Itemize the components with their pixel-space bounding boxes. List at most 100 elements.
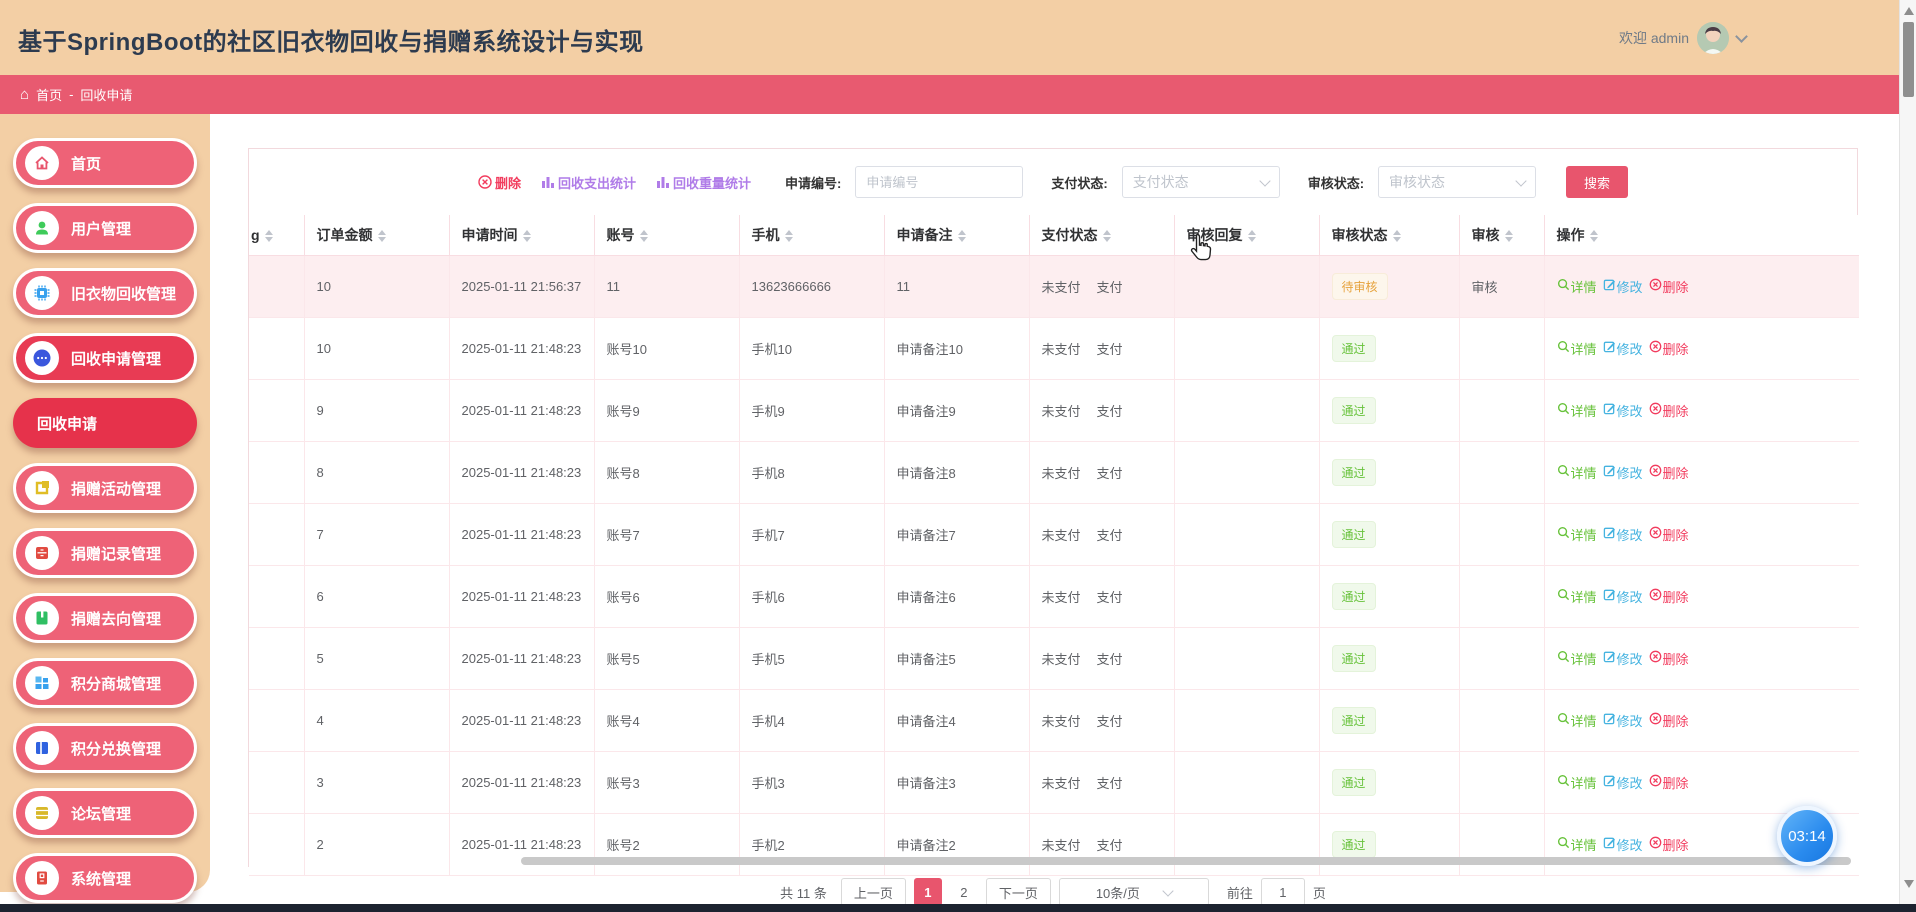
user-menu[interactable]: 欢迎 admin [1619, 22, 1746, 54]
sort-caret-icon[interactable] [1248, 230, 1256, 242]
delete-button[interactable]: 删除 [1649, 525, 1689, 544]
delete-button[interactable]: 删除 [1649, 649, 1689, 668]
delete-button[interactable]: 删除 [1649, 339, 1689, 358]
sidebar-item-捐赠去向管理[interactable]: 捐赠去向管理 [13, 593, 197, 643]
next-page-button[interactable]: 下一页 [986, 878, 1051, 906]
sidebar-item-积分商城管理[interactable]: 积分商城管理 [13, 658, 197, 708]
sidebar-item-旧衣物回收管理[interactable]: 旧衣物回收管理 [13, 268, 197, 318]
column-header-支付状态[interactable]: 支付状态 [1029, 215, 1174, 255]
goto-page-input[interactable] [1261, 878, 1305, 906]
pay-link[interactable]: 支付 [1097, 652, 1123, 667]
pay-status-select[interactable]: 支付状态 [1122, 166, 1280, 198]
sort-caret-icon[interactable] [1505, 230, 1513, 242]
detail-button[interactable]: 详情 [1557, 587, 1597, 606]
edit-button[interactable]: 修改 [1603, 649, 1643, 668]
pay-link[interactable]: 支付 [1097, 404, 1123, 419]
page-number-2[interactable]: 2 [950, 878, 978, 906]
detail-button[interactable]: 详情 [1557, 339, 1597, 358]
column-header-操作[interactable]: 操作 [1544, 215, 1859, 255]
sidebar-item-回收申请管理[interactable]: 回收申请管理 [13, 333, 197, 383]
delete-button[interactable]: 删除 [1649, 463, 1689, 482]
vertical-scrollbar-thumb[interactable] [1903, 22, 1914, 97]
sidebar-item-捐赠记录管理[interactable]: 捐赠记录管理 [13, 528, 197, 578]
scroll-up-arrow-icon[interactable] [1904, 7, 1914, 15]
vertical-scrollbar[interactable] [1899, 0, 1916, 912]
delete-button[interactable]: 删除 [1649, 835, 1689, 854]
column-header-审核回复[interactable]: 审核回复 [1174, 215, 1319, 255]
prev-page-button[interactable]: 上一页 [841, 878, 906, 906]
page-number-1[interactable]: 1 [914, 878, 942, 906]
search-button[interactable]: 搜索 [1566, 166, 1628, 198]
edit-button[interactable]: 修改 [1603, 339, 1643, 358]
pay-link[interactable]: 支付 [1097, 838, 1123, 853]
sort-caret-icon[interactable] [785, 230, 793, 242]
breadcrumb-home[interactable]: 首页 [36, 85, 62, 104]
audit-status-select[interactable]: 审核状态 [1378, 166, 1536, 198]
cell-apply-time: 2025-01-11 21:48:23 [449, 751, 594, 813]
detail-button[interactable]: 详情 [1557, 463, 1597, 482]
delete-button[interactable]: 删除 [1649, 773, 1689, 792]
detail-button[interactable]: 详情 [1557, 277, 1597, 296]
clock-widget[interactable]: 03:14 [1777, 806, 1837, 866]
edit-button[interactable]: 修改 [1603, 711, 1643, 730]
sidebar-item-论坛管理[interactable]: 论坛管理 [13, 788, 197, 838]
sidebar-item-label: 用户管理 [71, 218, 131, 239]
pay-link[interactable]: 支付 [1097, 714, 1123, 729]
edit-button[interactable]: 修改 [1603, 463, 1643, 482]
sidebar-subitem-回收申请[interactable]: 回收申请 [13, 398, 197, 448]
edit-button[interactable]: 修改 [1603, 587, 1643, 606]
batch-delete-button[interactable]: 删除 [478, 173, 521, 192]
pay-link[interactable]: 支付 [1097, 776, 1123, 791]
detail-button[interactable]: 详情 [1557, 401, 1597, 420]
column-header-订单金额[interactable]: 订单金额 [304, 215, 449, 255]
detail-button[interactable]: 详情 [1557, 711, 1597, 730]
column-header-审核[interactable]: 审核 [1459, 215, 1544, 255]
sort-caret-icon[interactable] [523, 230, 531, 242]
pay-link[interactable]: 支付 [1097, 590, 1123, 605]
column-header-申请备注[interactable]: 申请备注 [884, 215, 1029, 255]
sort-caret-icon[interactable] [640, 230, 648, 242]
pay-link[interactable]: 支付 [1097, 280, 1123, 295]
column-header-审核状态[interactable]: 审核状态 [1319, 215, 1459, 255]
chip-icon [25, 276, 59, 310]
sort-caret-icon[interactable] [1590, 230, 1598, 242]
edit-button[interactable]: 修改 [1603, 525, 1643, 544]
sort-caret-icon[interactable] [378, 230, 386, 242]
sort-caret-icon[interactable] [265, 230, 273, 242]
apply-no-input[interactable] [855, 166, 1023, 198]
delete-button[interactable]: 删除 [1649, 587, 1689, 606]
pay-link[interactable]: 支付 [1097, 466, 1123, 481]
column-header-g[interactable]: g [249, 215, 304, 255]
column-header-账号[interactable]: 账号 [594, 215, 739, 255]
column-header-手机[interactable]: 手机 [739, 215, 884, 255]
column-header-申请时间[interactable]: 申请时间 [449, 215, 594, 255]
sort-caret-icon[interactable] [958, 230, 966, 242]
edit-button[interactable]: 修改 [1603, 401, 1643, 420]
detail-button[interactable]: 详情 [1557, 835, 1597, 854]
stat-weight-link[interactable]: 回收重量统计 [656, 173, 751, 192]
sort-caret-icon[interactable] [1393, 230, 1401, 242]
pay-link[interactable]: 支付 [1097, 528, 1123, 543]
page-size-select[interactable]: 10条/页 [1059, 878, 1209, 906]
edit-button[interactable]: 修改 [1603, 773, 1643, 792]
audit-link[interactable]: 审核 [1472, 280, 1498, 295]
sidebar-item-系统管理[interactable]: 系统管理 [13, 853, 197, 903]
detail-button[interactable]: 详情 [1557, 649, 1597, 668]
pay-link[interactable]: 支付 [1097, 342, 1123, 357]
sidebar-item-捐赠活动管理[interactable]: 捐赠活动管理 [13, 463, 197, 513]
sort-caret-icon[interactable] [1103, 230, 1111, 242]
avatar[interactable] [1697, 22, 1729, 54]
delete-button[interactable]: 删除 [1649, 277, 1689, 296]
edit-button[interactable]: 修改 [1603, 277, 1643, 296]
detail-button[interactable]: 详情 [1557, 525, 1597, 544]
sidebar-item-首页[interactable]: 首页 [13, 138, 197, 188]
sidebar-item-用户管理[interactable]: 用户管理 [13, 203, 197, 253]
scroll-down-arrow-icon[interactable] [1904, 880, 1914, 888]
delete-button[interactable]: 删除 [1649, 711, 1689, 730]
detail-button[interactable]: 详情 [1557, 773, 1597, 792]
stat-expense-link[interactable]: 回收支出统计 [541, 173, 636, 192]
delete-button[interactable]: 删除 [1649, 401, 1689, 420]
edit-button[interactable]: 修改 [1603, 835, 1643, 854]
sidebar-item-积分兑换管理[interactable]: 积分兑换管理 [13, 723, 197, 773]
horizontal-scrollbar-thumb[interactable] [521, 857, 1851, 865]
